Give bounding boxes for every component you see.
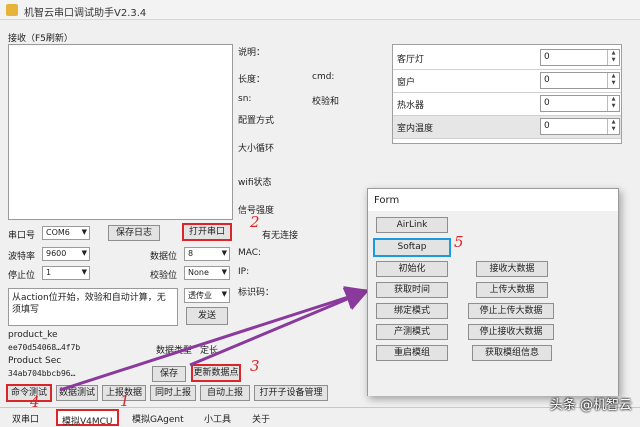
recv-big-data-button[interactable]: 接收大数据: [476, 261, 548, 277]
init-button[interactable]: 初始化: [376, 261, 448, 277]
form-body: AirLink Softap 5 初始化 获取时间 绑定模式 产测模式 重启模组…: [368, 211, 618, 396]
tab-about[interactable]: 关于: [248, 409, 274, 426]
arrow-from-update: [189, 287, 370, 367]
tab-dual-serial[interactable]: 双串口: [8, 409, 43, 426]
annotation-1: 1: [120, 392, 130, 410]
test-mode-button[interactable]: 产测模式: [376, 324, 448, 340]
form-dialog: Form AirLink Softap 5 初始化 获取时间 绑定模式 产测模式…: [367, 188, 619, 396]
bind-mode-button[interactable]: 绑定模式: [376, 303, 448, 319]
upload-big-data-button[interactable]: 上传大数据: [476, 282, 548, 298]
watermark: 头条 @机智云: [549, 398, 632, 413]
airlink-button[interactable]: AirLink: [376, 217, 448, 233]
tab-tools[interactable]: 小工具: [200, 409, 235, 426]
get-time-button[interactable]: 获取时间: [376, 282, 448, 298]
reboot-module-button[interactable]: 重启模组: [376, 345, 448, 361]
softap-button[interactable]: Softap: [373, 238, 451, 257]
stop-upload-button[interactable]: 停止上传大数据: [468, 303, 554, 319]
form-title: Form: [374, 195, 400, 206]
tab-mock-gagent[interactable]: 模拟GAgent: [128, 409, 188, 426]
arrow-to-form: [59, 286, 370, 392]
module-info-button[interactable]: 获取模组信息: [472, 345, 552, 361]
annotation-5: 5: [454, 233, 464, 251]
stop-recv-button[interactable]: 停止接收大数据: [468, 324, 554, 340]
tab-mock-mcu[interactable]: 模拟V4MCU: [56, 409, 119, 427]
